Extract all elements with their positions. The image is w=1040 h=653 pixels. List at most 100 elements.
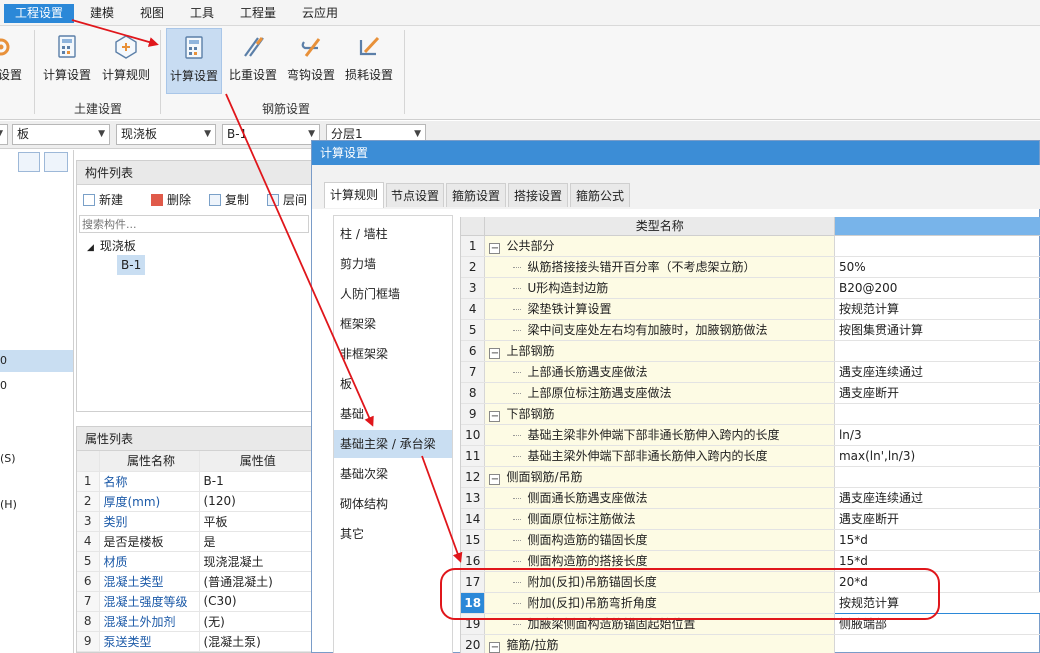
menu-view[interactable]: 视图 — [134, 4, 170, 23]
component-search-input[interactable] — [79, 215, 309, 233]
setting-value[interactable] — [834, 340, 1040, 362]
setting-value[interactable] — [834, 466, 1040, 488]
grid-row[interactable]: 10 基础主梁非外伸端下部非通长筋伸入跨内的长度 ln/3 — [461, 424, 1040, 446]
tab-stirrup-formula[interactable]: 箍筋公式 — [570, 183, 630, 207]
setting-value[interactable]: 按图集贯通计算 — [834, 319, 1040, 341]
category-item[interactable]: 柱 / 墙柱 — [334, 220, 452, 248]
setting-value[interactable] — [834, 634, 1040, 653]
property-value[interactable]: (无) — [199, 611, 313, 632]
grid-row[interactable]: 11 基础主梁外伸端下部非通长筋伸入跨内的长度 max(ln',ln/3) — [461, 445, 1040, 467]
property-row[interactable]: 8 混凝土外加剂 (无) — [77, 611, 313, 632]
element-name-select[interactable]: B-1 ▼ — [222, 124, 320, 145]
tab-calc-rules[interactable]: 计算规则 — [324, 182, 384, 208]
grid-row[interactable]: 8 上部原位标注筋遇支座做法 遇支座断开 — [461, 382, 1040, 404]
grid-row[interactable]: 17 附加(反扣)吊筋锚固长度 20*d — [461, 571, 1040, 593]
property-value[interactable]: 平板 — [199, 511, 313, 532]
menu-project-settings[interactable]: 工程设置 — [4, 4, 74, 23]
list-view-icon[interactable] — [18, 152, 40, 172]
grid-row[interactable]: 1− 公共部分 — [461, 235, 1040, 257]
menu-tools[interactable]: 工具 — [184, 4, 220, 23]
ribbon-partial-settings-button[interactable]: 设置 — [0, 28, 26, 94]
property-value[interactable]: (普通混凝土) — [199, 571, 313, 592]
copy-button[interactable]: 复制 — [209, 191, 249, 208]
inter-layer-copy-button[interactable]: 层间 — [267, 191, 307, 208]
menu-modeling[interactable]: 建模 — [84, 4, 120, 23]
tab-lap-settings[interactable]: 搭接设置 — [508, 183, 568, 207]
civil-calc-rules-button[interactable]: 计算规则 — [98, 28, 154, 94]
setting-value[interactable]: 侧腋端部 — [834, 613, 1040, 635]
category-item[interactable]: 砌体结构 — [334, 490, 452, 518]
category-item[interactable]: 框架梁 — [334, 310, 452, 338]
property-row[interactable]: 1 名称 B-1 — [77, 471, 313, 492]
category-item[interactable]: 其它 — [334, 520, 452, 548]
grid-row[interactable]: 2 纵筋搭接接头错开百分率（不考虑架立筋） 50% — [461, 256, 1040, 278]
menu-quantities[interactable]: 工程量 — [234, 4, 282, 23]
category-item[interactable]: 剪力墙 — [334, 250, 452, 278]
rebar-weight-settings-button[interactable]: 比重设置 — [226, 28, 280, 94]
grid-row[interactable]: 6− 上部钢筋 — [461, 340, 1040, 362]
setting-value[interactable] — [834, 403, 1040, 425]
property-row[interactable]: 5 材质 现浇混凝土 — [77, 551, 313, 572]
collapse-icon[interactable]: − — [489, 411, 501, 422]
setting-value[interactable]: 50% — [834, 256, 1040, 278]
property-row[interactable]: 7 混凝土强度等级 (C30) — [77, 591, 313, 612]
rebar-calc-settings-button[interactable]: 计算设置 — [166, 28, 222, 94]
combo-partial[interactable]: ▼ — [0, 124, 8, 145]
left-strip-selected-row[interactable] — [0, 350, 73, 372]
civil-calc-settings-button[interactable]: 计算设置 — [40, 28, 94, 94]
setting-value[interactable]: 按规范计算 — [834, 298, 1040, 320]
setting-value[interactable]: B20@200 — [834, 277, 1040, 299]
grid-row[interactable]: 18 附加(反扣)吊筋弯折角度 按规范计算 — [461, 591, 1040, 614]
grid-row[interactable]: 5 梁中间支座处左右均有加腋时，加腋钢筋做法 按图集贯通计算 — [461, 319, 1040, 341]
property-row[interactable]: 2 厚度(mm) (120) — [77, 491, 313, 512]
grid-row[interactable]: 4 梁垫铁计算设置 按规范计算 — [461, 298, 1040, 320]
collapse-icon[interactable]: − — [489, 642, 501, 653]
category-item-selected[interactable]: 基础主梁 / 承台梁 — [334, 430, 452, 458]
rebar-loss-settings-button[interactable]: 损耗设置 — [342, 28, 396, 94]
menu-cloud[interactable]: 云应用 — [296, 4, 344, 23]
setting-value[interactable]: ln/3 — [834, 424, 1040, 446]
collapse-icon[interactable]: − — [489, 243, 501, 254]
tree-child-item[interactable]: B-1 — [117, 255, 146, 275]
collapse-icon[interactable]: − — [489, 474, 501, 485]
tab-stirrup-settings[interactable]: 箍筋设置 — [446, 183, 506, 207]
grid-row[interactable]: 20− 箍筋/拉筋 — [461, 634, 1040, 653]
property-value[interactable]: (混凝土泵) — [199, 631, 313, 652]
setting-value[interactable]: 15*d — [834, 550, 1040, 572]
property-value[interactable]: 现浇混凝土 — [199, 551, 313, 572]
collapse-icon[interactable]: − — [489, 348, 501, 359]
setting-value[interactable]: 按规范计算 — [833, 591, 1040, 614]
setting-value[interactable]: 遇支座连续通过 — [834, 487, 1040, 509]
setting-value[interactable]: max(ln',ln/3) — [834, 445, 1040, 467]
grid-row[interactable]: 16 侧面构造筋的搭接长度 15*d — [461, 550, 1040, 572]
new-button[interactable]: 新建 — [83, 191, 123, 208]
setting-value[interactable]: 遇支座断开 — [834, 508, 1040, 530]
category-item[interactable]: 基础次梁 — [334, 460, 452, 488]
grid-row[interactable]: 19 加腋梁侧面构造筋锚固起始位置 侧腋端部 — [461, 613, 1040, 635]
category-item[interactable]: 板 — [334, 370, 452, 398]
grid-row[interactable]: 13 侧面通长筋遇支座做法 遇支座连续通过 — [461, 487, 1040, 509]
grid-row[interactable]: 14 侧面原位标注筋做法 遇支座断开 — [461, 508, 1040, 530]
category-item[interactable]: 非框架梁 — [334, 340, 452, 368]
setting-value[interactable]: 遇支座断开 — [834, 382, 1040, 404]
grid-row[interactable]: 3 U形构造封边筋 B20@200 — [461, 277, 1040, 299]
category-item[interactable]: 人防门框墙 — [334, 280, 452, 308]
grid-row[interactable]: 15 侧面构造筋的锚固长度 15*d — [461, 529, 1040, 551]
property-row[interactable]: 4 是否是楼板是 — [77, 531, 313, 552]
rebar-hook-settings-button[interactable]: 弯钩设置 — [284, 28, 338, 94]
grid-row[interactable]: 9− 下部钢筋 — [461, 403, 1040, 425]
property-value[interactable]: 是 — [199, 531, 313, 552]
setting-value[interactable] — [834, 235, 1040, 257]
setting-value[interactable]: 遇支座连续通过 — [834, 361, 1040, 383]
property-row[interactable]: 9 泵送类型 (混凝土泵) — [77, 631, 313, 652]
delete-button[interactable]: 删除 — [151, 191, 191, 208]
setting-value[interactable]: 20*d — [834, 571, 1040, 593]
tree-root-item[interactable]: ◢ 现浇板 — [87, 237, 136, 254]
tree-collapse-icon[interactable]: ◢ — [87, 243, 94, 253]
property-row[interactable]: 3 类别 平板 — [77, 511, 313, 532]
property-value[interactable]: (120) — [199, 491, 313, 512]
property-row[interactable]: 6 混凝土类型 (普通混凝土) — [77, 571, 313, 592]
grid-view-icon[interactable] — [44, 152, 68, 172]
property-value[interactable]: B-1 — [199, 471, 313, 492]
element-type-select[interactable]: 板 ▼ — [12, 124, 110, 145]
